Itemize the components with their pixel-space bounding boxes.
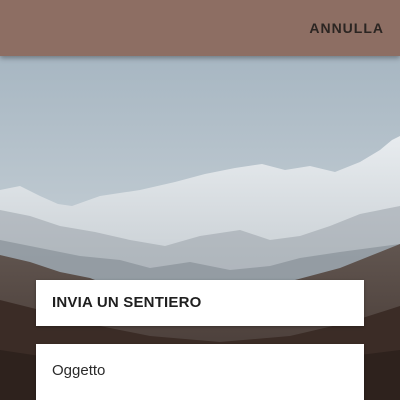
form-title-card: INVIA UN SENTIERO	[36, 280, 364, 326]
mountain-background-image	[0, 0, 400, 400]
subject-field-card	[36, 344, 364, 400]
cancel-button[interactable]: ANNULLA	[307, 0, 386, 56]
app-bar: ANNULLA	[0, 0, 400, 56]
subject-input[interactable]	[52, 344, 348, 396]
screen: ANNULLA INVIA UN SENTIERO	[0, 0, 400, 400]
form-title: INVIA UN SENTIERO	[52, 294, 202, 311]
